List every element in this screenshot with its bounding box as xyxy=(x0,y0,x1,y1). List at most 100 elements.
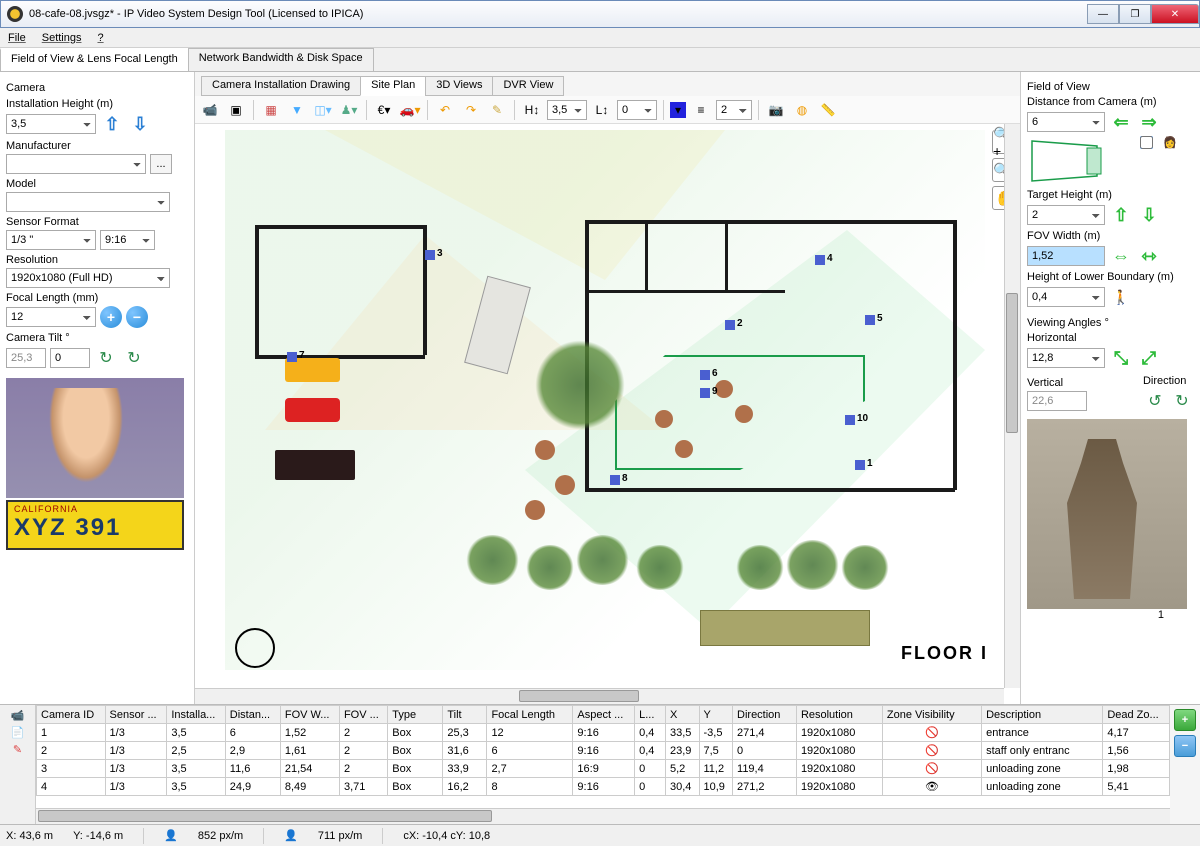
cube-icon[interactable]: ◍ xyxy=(791,99,813,121)
dir-cw-icon[interactable]: ↻ xyxy=(1170,389,1194,413)
table-cell[interactable]: 24,9 xyxy=(225,778,280,796)
undo-icon[interactable]: ↶ xyxy=(434,99,456,121)
table-cell[interactable]: 4,17 xyxy=(1103,724,1170,742)
table-cell[interactable]: 2,9 xyxy=(225,742,280,760)
tilt-reset-left-icon[interactable]: ↻ xyxy=(94,346,118,370)
table-cell[interactable]: Box xyxy=(388,742,443,760)
resolution-select[interactable]: 1920x1080 (Full HD) xyxy=(6,268,170,288)
maximize-button[interactable]: ❐ xyxy=(1119,4,1151,24)
dist-left-icon[interactable]: ⇐ xyxy=(1109,110,1133,134)
box-tool-icon[interactable]: ◫▾ xyxy=(312,99,334,121)
dir-ccw-icon[interactable]: ↺ xyxy=(1143,389,1167,413)
table-cell[interactable]: unloading zone xyxy=(982,760,1103,778)
table-h-scrollbar[interactable] xyxy=(36,808,1170,824)
table-cell[interactable]: 25,3 xyxy=(443,724,487,742)
redo-icon[interactable]: ↷ xyxy=(460,99,482,121)
camera-marker[interactable] xyxy=(287,352,297,362)
table-cell[interactable]: 10,9 xyxy=(699,778,733,796)
table-cell[interactable]: 1920x1080 xyxy=(796,760,882,778)
fill-color-icon[interactable]: ▾ xyxy=(670,102,686,118)
table-cell[interactable]: 1,98 xyxy=(1103,760,1170,778)
dist-select[interactable]: 6 xyxy=(1027,112,1105,132)
fovw-narrow-icon[interactable]: ⇔ xyxy=(1109,244,1133,268)
table-cell[interactable]: entrance xyxy=(982,724,1103,742)
camera-marker[interactable] xyxy=(725,320,735,330)
table-cell[interactable]: 2 xyxy=(339,760,387,778)
table-camera-icon[interactable]: 📹 xyxy=(11,709,25,722)
v-scrollbar[interactable] xyxy=(1004,124,1020,688)
table-cell[interactable]: 3,71 xyxy=(339,778,387,796)
table-cell[interactable]: 5,2 xyxy=(665,760,699,778)
table-cell[interactable]: 🚫 xyxy=(882,724,981,742)
table-cell[interactable]: 1/3 xyxy=(105,778,167,796)
camera-marker[interactable] xyxy=(610,475,620,485)
focal-plus-button[interactable]: + xyxy=(100,306,122,328)
table-cell[interactable]: 33,5 xyxy=(665,724,699,742)
table-cell[interactable]: 2,5 xyxy=(167,742,225,760)
table-cell[interactable]: 0,4 xyxy=(635,742,666,760)
horiz-expand-icon[interactable]: ⤡ xyxy=(1109,346,1133,370)
table-header[interactable]: Resolution xyxy=(796,706,882,724)
table-cell[interactable]: 21,54 xyxy=(280,760,339,778)
model-select[interactable] xyxy=(6,192,170,212)
table-cell[interactable]: 9:16 xyxy=(573,778,635,796)
table-cell[interactable]: 1/3 xyxy=(105,742,167,760)
currency-icon[interactable]: €▾ xyxy=(373,99,395,121)
table-row[interactable]: 41/33,524,98,493,71Box16,289:16030,410,9… xyxy=(37,778,1170,796)
tilt-reset-right-icon[interactable]: ↻ xyxy=(122,346,146,370)
table-cell[interactable]: 1,56 xyxy=(1103,742,1170,760)
menu-file[interactable]: File xyxy=(8,32,26,44)
table-cell[interactable]: 6 xyxy=(225,724,280,742)
camera-marker[interactable] xyxy=(855,460,865,470)
brush-icon[interactable]: ✎ xyxy=(486,99,508,121)
table-cell[interactable]: 1,52 xyxy=(280,724,339,742)
table-cell[interactable]: 8,49 xyxy=(280,778,339,796)
table-header[interactable]: L... xyxy=(635,706,666,724)
subtab-3d[interactable]: 3D Views xyxy=(425,76,493,96)
person-female-icon[interactable]: 👩 xyxy=(1163,136,1177,149)
dist-right-icon[interactable]: ⇒ xyxy=(1137,110,1161,134)
table-cell[interactable]: 9:16 xyxy=(573,724,635,742)
lower-select[interactable]: 0,4 xyxy=(1027,287,1105,307)
table-cell[interactable]: 1 xyxy=(37,724,106,742)
table-header[interactable]: Zone Visibility xyxy=(882,706,981,724)
camera-marker[interactable] xyxy=(815,255,825,265)
table-cell[interactable]: Box xyxy=(388,760,443,778)
table-header[interactable]: Direction xyxy=(733,706,797,724)
table-cell[interactable]: 8 xyxy=(487,778,573,796)
lower-person-icon[interactable]: 🚶 xyxy=(1109,285,1133,309)
shape-tool-icon[interactable]: ▼ xyxy=(286,99,308,121)
manufacturer-select[interactable] xyxy=(6,154,146,174)
close-button[interactable]: ✕ xyxy=(1151,4,1199,24)
fovw-wide-icon[interactable]: ⇿ xyxy=(1137,244,1161,268)
tgt-down-icon[interactable]: ⇩ xyxy=(1137,203,1161,227)
table-cell[interactable]: Box xyxy=(388,778,443,796)
focal-minus-button[interactable]: − xyxy=(126,306,148,328)
table-pen-icon[interactable]: ✎ xyxy=(13,743,22,756)
focal-select[interactable]: 12 xyxy=(6,307,96,327)
table-cell[interactable]: 11,2 xyxy=(699,760,733,778)
subtab-dvr[interactable]: DVR View xyxy=(492,76,564,96)
table-header[interactable]: Y xyxy=(699,706,733,724)
table-cell[interactable]: -3,5 xyxy=(699,724,733,742)
table-header[interactable]: Camera ID xyxy=(37,706,106,724)
table-cell[interactable]: 1/3 xyxy=(105,724,167,742)
table-cell[interactable]: 0 xyxy=(635,760,666,778)
inst-height-select[interactable]: 3,5 xyxy=(6,114,96,134)
table-cell[interactable]: unloading zone xyxy=(982,778,1103,796)
menu-settings[interactable]: Settings xyxy=(42,32,82,44)
tilt-input[interactable] xyxy=(50,348,90,368)
table-cell[interactable]: 5,41 xyxy=(1103,778,1170,796)
camera-marker[interactable] xyxy=(700,388,710,398)
table-cell[interactable]: 2 xyxy=(339,742,387,760)
female-checkbox[interactable] xyxy=(1140,136,1153,149)
table-row[interactable]: 11/33,561,522Box25,3129:160,433,5-3,5271… xyxy=(37,724,1170,742)
add-row-button[interactable]: + xyxy=(1174,709,1196,731)
table-header[interactable]: Distan... xyxy=(225,706,280,724)
camera-marker[interactable] xyxy=(700,370,710,380)
table-cell[interactable]: 1920x1080 xyxy=(796,742,882,760)
table-cell[interactable]: 1,61 xyxy=(280,742,339,760)
camera-marker[interactable] xyxy=(865,315,875,325)
aspect-select[interactable]: 9:16 xyxy=(100,230,155,250)
table-cell[interactable]: 0,4 xyxy=(635,724,666,742)
